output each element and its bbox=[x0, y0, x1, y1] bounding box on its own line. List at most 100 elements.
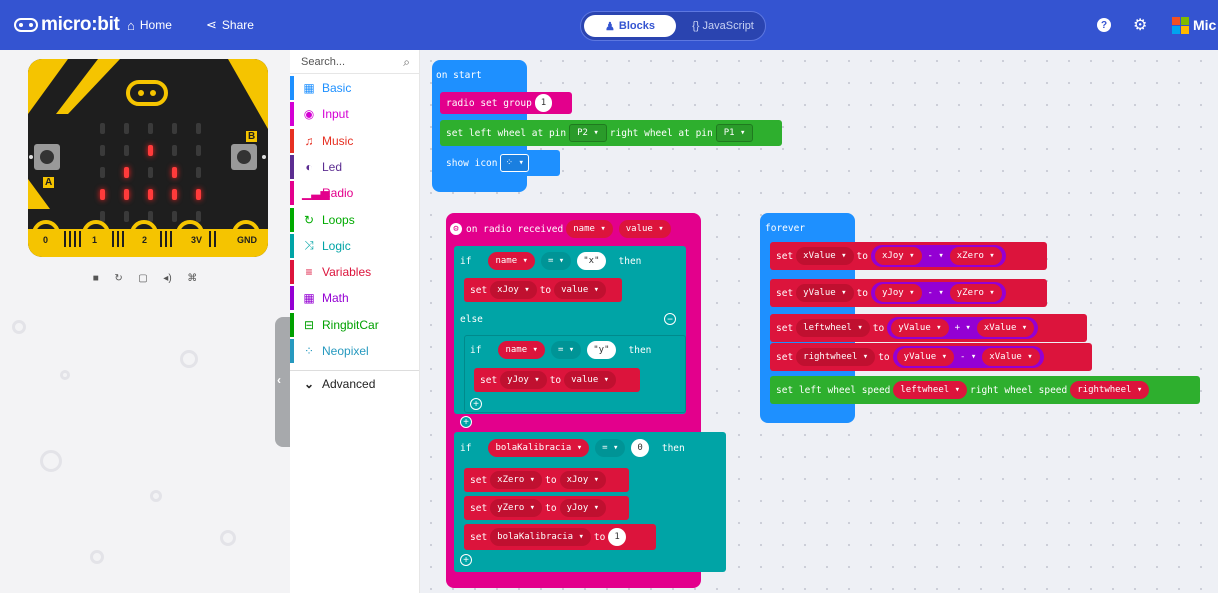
set-xjoy-block[interactable]: set xJoy ▾ to value ▾ bbox=[464, 278, 622, 302]
minus-op[interactable]: - ▾ bbox=[928, 251, 944, 261]
set-bolakalibracia-block[interactable]: set bolaKalibracia ▾ to 1 bbox=[464, 524, 656, 550]
stop-icon[interactable]: ■ bbox=[93, 273, 99, 284]
plus-op[interactable]: + ▾ bbox=[955, 323, 971, 333]
xzero-var[interactable]: xZero ▾ bbox=[949, 247, 1002, 265]
help-button[interactable]: ? bbox=[1097, 0, 1111, 50]
mute-icon[interactable]: ◂) bbox=[163, 273, 171, 284]
microbit-logo[interactable]: micro:bit bbox=[14, 0, 120, 50]
name-param[interactable]: name ▾ bbox=[566, 220, 613, 238]
name-var[interactable]: name ▾ bbox=[488, 252, 535, 270]
toolbox-category-music[interactable]: ♫ Music bbox=[290, 128, 419, 153]
leftwheel-var[interactable]: leftwheel ▾ bbox=[796, 319, 870, 337]
settings-button[interactable]: ⚙ bbox=[1133, 0, 1147, 50]
search-input[interactable]: Search... bbox=[301, 56, 345, 68]
xjoy-var[interactable]: xJoy ▾ bbox=[559, 471, 607, 489]
pin-gnd[interactable]: GND bbox=[237, 235, 257, 245]
pin-0[interactable]: 0 bbox=[43, 235, 48, 245]
pin-3v[interactable]: 3V bbox=[191, 235, 202, 245]
search-box[interactable]: Search... ⌕ bbox=[290, 50, 419, 74]
equals-dropdown[interactable]: = ▾ bbox=[540, 252, 572, 270]
minus-expr[interactable]: yJoy ▾ - ▾ yZero ▾ bbox=[870, 282, 1006, 304]
restart-icon[interactable]: ↻ bbox=[114, 273, 122, 284]
show-icon-block[interactable]: show icon ⁘ ▾ bbox=[440, 150, 560, 176]
yvalue-var[interactable]: yValue ▾ bbox=[896, 348, 955, 366]
yvalue-var[interactable]: yValue ▾ bbox=[796, 284, 854, 302]
leftwheel-var[interactable]: leftwheel ▾ bbox=[893, 381, 967, 399]
fullscreen-icon[interactable]: ⌘ bbox=[187, 273, 197, 284]
bolakalibracia-var[interactable]: bolaKalibracia ▾ bbox=[488, 439, 590, 457]
bolakalibracia-var[interactable]: bolaKalibracia ▾ bbox=[490, 528, 591, 546]
zero-number[interactable]: 0 bbox=[631, 439, 649, 457]
radio-group-value[interactable]: 1 bbox=[534, 94, 553, 112]
plus-expr[interactable]: yValue ▾ + ▾ xValue ▾ bbox=[887, 317, 1039, 339]
home-button[interactable]: ⌂ Home bbox=[127, 0, 172, 50]
equals-dropdown[interactable]: = ▾ bbox=[550, 341, 582, 359]
value-var[interactable]: value ▾ bbox=[554, 281, 607, 299]
toolbox-category-loops[interactable]: ↻ Loops bbox=[290, 207, 419, 232]
radio-set-group-block[interactable]: radio set group 1 bbox=[440, 92, 572, 114]
set-rightwheel-block[interactable]: set rightwheel ▾ to yValue ▾ - ▾ xValue … bbox=[770, 343, 1092, 371]
name-var[interactable]: name ▾ bbox=[498, 341, 545, 359]
y-string[interactable]: "y" bbox=[587, 341, 616, 359]
slowmo-icon[interactable]: ▢ bbox=[138, 273, 147, 284]
toolbox-category-led[interactable]: ◐ Led bbox=[290, 154, 419, 179]
yjoy-var[interactable]: yJoy ▾ bbox=[559, 499, 607, 517]
xzero-var[interactable]: xZero ▾ bbox=[490, 471, 543, 489]
minus-expr[interactable]: yValue ▾ - ▾ xValue ▾ bbox=[892, 346, 1044, 368]
toolbox-category-advanced[interactable]: ⌄ Advanced bbox=[290, 372, 419, 396]
value-var[interactable]: value ▾ bbox=[564, 371, 617, 389]
javascript-tab[interactable]: {} JavaScript bbox=[681, 15, 765, 37]
add-else-icon[interactable]: + bbox=[460, 416, 472, 428]
set-yvalue-block[interactable]: set yValue ▾ to yJoy ▾ - ▾ yZero ▾ bbox=[770, 279, 1047, 307]
add-else-icon[interactable]: + bbox=[470, 398, 482, 410]
add-else-icon[interactable]: + bbox=[460, 554, 472, 566]
toolbox-category-input[interactable]: ◉ Input bbox=[290, 102, 419, 127]
left-pin-dropdown[interactable]: P2 ▾ bbox=[569, 124, 607, 142]
xjoy-var[interactable]: xJoy ▾ bbox=[874, 247, 922, 265]
xjoy-var[interactable]: xJoy ▾ bbox=[490, 281, 537, 299]
xvalue-var[interactable]: xValue ▾ bbox=[796, 247, 854, 265]
microsoft-logo[interactable]: Mic bbox=[1172, 0, 1218, 50]
rightwheel-var[interactable]: rightwheel ▾ bbox=[1070, 381, 1150, 399]
icon-picker[interactable]: ⁘ ▾ bbox=[500, 154, 529, 172]
toolbox-category-ringbitcar[interactable]: ⊟ RingbitCar bbox=[290, 312, 419, 337]
yjoy-var[interactable]: yJoy ▾ bbox=[500, 371, 547, 389]
set-wheel-speed-block[interactable]: set left wheel speed leftwheel ▾ right w… bbox=[770, 376, 1200, 404]
collapse-else-icon[interactable]: − bbox=[664, 313, 676, 325]
toolbox-category-basic[interactable]: ▦ Basic bbox=[290, 76, 419, 100]
toolbox-category-variables[interactable]: ≡ Variables bbox=[290, 260, 419, 285]
pin-2[interactable]: 2 bbox=[142, 235, 147, 245]
yzero-var[interactable]: yZero ▾ bbox=[490, 499, 543, 517]
set-yzero-block[interactable]: set yZero ▾ to yJoy ▾ bbox=[464, 496, 629, 520]
set-xvalue-block[interactable]: set xValue ▾ to xJoy ▾ - ▾ xZero ▾ bbox=[770, 242, 1047, 270]
x-string[interactable]: "x" bbox=[577, 252, 606, 270]
yjoy-var[interactable]: yJoy ▾ bbox=[874, 284, 922, 302]
one-number[interactable]: 1 bbox=[608, 528, 626, 546]
xvalue-var[interactable]: xValue ▾ bbox=[982, 348, 1040, 366]
rightwheel-var[interactable]: rightwheel ▾ bbox=[796, 348, 876, 366]
minus-op[interactable]: - ▾ bbox=[928, 288, 944, 298]
share-button[interactable]: ⋖ Share bbox=[206, 0, 254, 50]
collapse-simulator-handle[interactable]: ‹ bbox=[275, 317, 291, 447]
set-xzero-block[interactable]: set xZero ▾ to xJoy ▾ bbox=[464, 468, 629, 492]
toolbox-category-logic[interactable]: ⤨ Logic bbox=[290, 233, 419, 258]
value-param[interactable]: value ▾ bbox=[618, 220, 671, 238]
minus-op[interactable]: - ▾ bbox=[960, 352, 976, 362]
toolbox-category-radio[interactable]: ▁▃▅ Radio bbox=[290, 181, 419, 206]
xvalue-var[interactable]: xValue ▾ bbox=[976, 319, 1035, 337]
yvalue-var[interactable]: yValue ▾ bbox=[891, 319, 949, 337]
blocks-tab[interactable]: ♟ Blocks bbox=[584, 15, 676, 37]
set-yjoy-block[interactable]: set yJoy ▾ to value ▾ bbox=[474, 368, 640, 392]
pin-1[interactable]: 1 bbox=[92, 235, 97, 245]
minus-expr[interactable]: xJoy ▾ - ▾ xZero ▾ bbox=[870, 245, 1006, 267]
blocks-workspace[interactable]: on start radio set group 1 set left whee… bbox=[420, 50, 1218, 593]
gear-icon[interactable]: ⚙ bbox=[450, 223, 462, 235]
set-wheel-pins-block[interactable]: set left wheel at pin P2 ▾ right wheel a… bbox=[440, 120, 782, 146]
yzero-var[interactable]: yZero ▾ bbox=[949, 284, 1002, 302]
toolbox-category-math[interactable]: ▦ Math bbox=[290, 286, 419, 311]
right-pin-dropdown[interactable]: P1 ▾ bbox=[715, 124, 754, 142]
set-leftwheel-block[interactable]: set leftwheel ▾ to yValue ▾ + ▾ xValue ▾ bbox=[770, 314, 1087, 342]
toolbox-category-neopixel[interactable]: ⁘ Neopixel bbox=[290, 339, 419, 363]
category-color-bar bbox=[290, 312, 294, 337]
equals-dropdown[interactable]: = ▾ bbox=[595, 439, 626, 457]
